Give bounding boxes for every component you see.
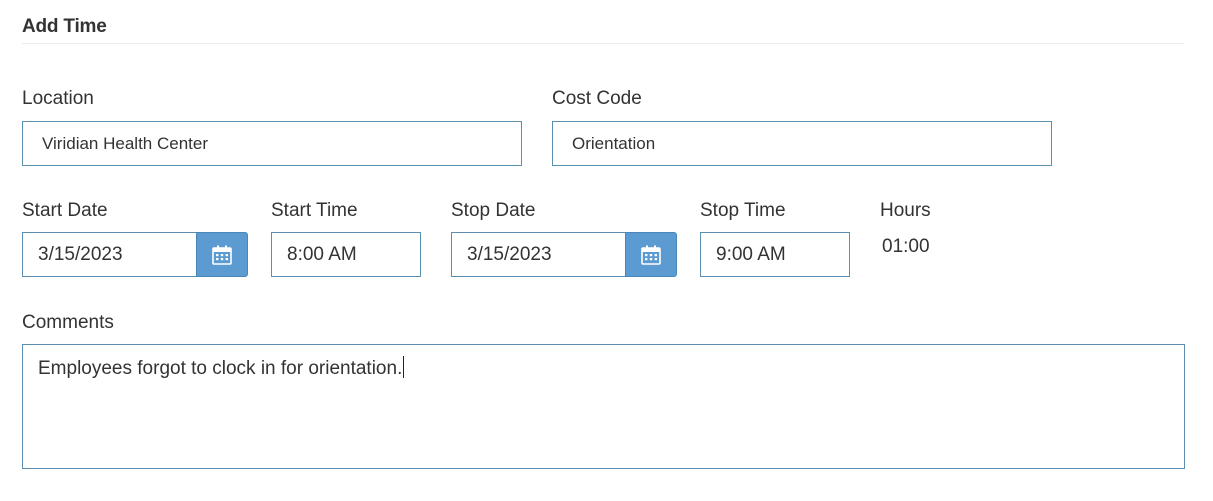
stop-date-value: 3/15/2023 [467,243,552,265]
calendar-icon [212,245,232,265]
location-field[interactable]: Viridian Health Center [22,121,522,166]
start-date-input[interactable]: 3/15/2023 [22,232,198,277]
stop-date-input[interactable]: 3/15/2023 [451,232,627,277]
text-caret [403,356,405,378]
calendar-icon [641,245,661,265]
section-title: Add Time [22,16,107,37]
start-time-value: 8:00 AM [287,243,357,265]
section-divider [22,43,1184,44]
hours-label: Hours [880,200,931,221]
stop-time-value: 9:00 AM [716,243,786,265]
cost-code-field[interactable]: Orientation [552,121,1052,166]
comments-label: Comments [22,312,114,333]
start-date-value: 3/15/2023 [38,243,123,265]
cost-code-value: Orientation [572,133,656,153]
location-label: Location [22,88,94,109]
hours-value: 01:00 [882,236,930,257]
stop-date-calendar-button[interactable] [625,232,677,277]
stop-time-input[interactable]: 9:00 AM [700,232,850,277]
start-time-input[interactable]: 8:00 AM [271,232,421,277]
stop-time-label: Stop Time [700,200,786,221]
stop-date-label: Stop Date [451,200,536,221]
comments-textarea[interactable]: Employees forgot to clock in for orienta… [22,344,1185,469]
location-value: Viridian Health Center [42,133,208,153]
comments-value: Employees forgot to clock in for orienta… [38,358,403,379]
start-date-label: Start Date [22,200,108,221]
start-time-label: Start Time [271,200,358,221]
start-date-calendar-button[interactable] [196,232,248,277]
cost-code-label: Cost Code [552,88,642,109]
